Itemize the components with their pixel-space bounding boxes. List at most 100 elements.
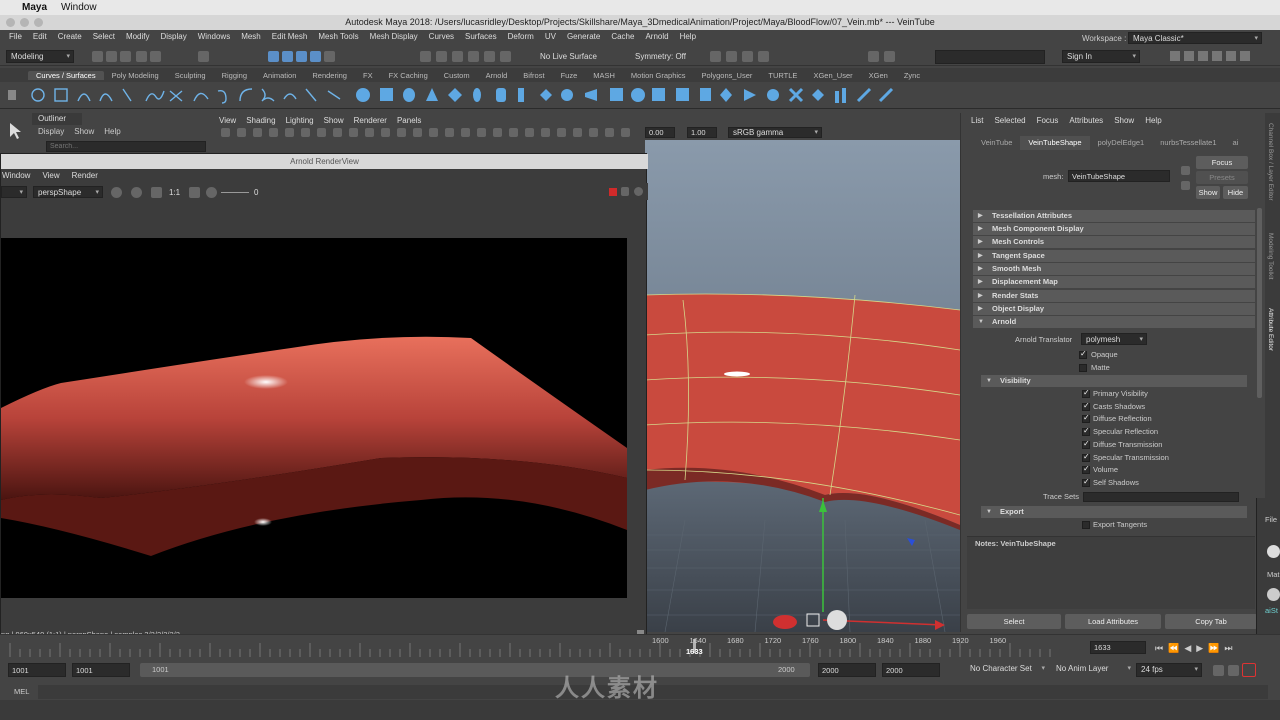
side-tab-channel-box[interactable]: Channel Box / Layer Editor <box>1267 123 1274 201</box>
select-by-component-icon[interactable] <box>268 51 279 62</box>
export-tangents-checkbox[interactable] <box>1082 521 1090 529</box>
shelf-tab-fx[interactable]: FX <box>355 71 381 80</box>
section-mesh-component-display[interactable]: Mesh Component Display <box>973 223 1255 235</box>
viewport-tool-icon[interactable] <box>461 128 470 137</box>
shelf-tab-poly-modeling[interactable]: Poly Modeling <box>104 71 167 80</box>
viewport-tool-icon[interactable] <box>349 128 358 137</box>
matte-checkbox[interactable] <box>1079 364 1087 372</box>
ae-menu-attributes[interactable]: Attributes <box>1069 116 1103 125</box>
visibility-checkbox-self-shadows[interactable] <box>1082 477 1090 487</box>
presets-button[interactable]: Presets <box>1196 171 1248 184</box>
visibility-checkbox-primary-visibility[interactable] <box>1082 388 1090 398</box>
character-set-dropdown[interactable]: No Character Set <box>966 663 1048 677</box>
viewport-tool-icon[interactable] <box>445 128 454 137</box>
shelf-tab-zync[interactable]: Zync <box>896 71 928 80</box>
menu-uv[interactable]: UV <box>540 30 562 43</box>
shelf-tab-custom[interactable]: Custom <box>436 71 478 80</box>
viewport-tool-icon[interactable] <box>237 128 246 137</box>
ae-menu-selected[interactable]: Selected <box>994 116 1025 125</box>
face-mask-icon[interactable] <box>310 51 321 62</box>
ae-scrollbar[interactable] <box>1257 208 1262 398</box>
render-frame-icon[interactable] <box>710 51 721 62</box>
ae-tab-ai[interactable]: ai <box>1225 136 1247 150</box>
viewport-tool-icon[interactable] <box>221 128 230 137</box>
exposure-field[interactable]: 0.00 <box>645 127 675 138</box>
live-surface-label[interactable]: No Live Surface <box>540 52 597 61</box>
ae-menu-show[interactable]: Show <box>1114 116 1134 125</box>
viewport-tool-icon[interactable] <box>333 128 342 137</box>
mel-label[interactable]: MEL <box>14 687 29 697</box>
end-time-field[interactable]: 2000 <box>882 663 940 677</box>
ae-menu-focus[interactable]: Focus <box>1037 116 1059 125</box>
input-line-field[interactable] <box>935 50 1045 64</box>
shelf-tab-xgen-user[interactable]: XGen_User <box>805 71 860 80</box>
viewport-menu-view[interactable]: View <box>219 115 236 127</box>
gear-icon[interactable] <box>634 187 643 196</box>
menu-windows[interactable]: Windows <box>193 30 236 43</box>
step-back-key-icon[interactable]: ⏪ <box>1168 643 1179 654</box>
load-attributes-button[interactable]: Load Attributes <box>1065 614 1161 629</box>
visibility-checkbox-casts-shadows[interactable] <box>1082 401 1090 411</box>
ae-tab-nurbstessellate[interactable]: nurbsTessellate1 <box>1152 136 1224 150</box>
visibility-checkbox-diffuse-reflection[interactable] <box>1082 413 1090 424</box>
vertex-mask-icon[interactable] <box>282 51 293 62</box>
shelf-icons[interactable] <box>0 83 900 109</box>
edge-mask-icon[interactable] <box>296 51 307 62</box>
section-render-stats[interactable]: Render Stats <box>973 290 1255 302</box>
menu-curves[interactable]: Curves <box>424 30 460 43</box>
trace-sets-field[interactable] <box>1083 492 1239 502</box>
arnold-renderview-window[interactable]: Arnold RenderView Window View Render per… <box>0 153 648 643</box>
viewport-tool-icon[interactable] <box>269 128 278 137</box>
gamma-field[interactable]: 1.00 <box>687 127 717 138</box>
section-displacement-map[interactable]: Displacement Map <box>973 276 1255 288</box>
viewport-menu-panels[interactable]: Panels <box>397 115 421 127</box>
renderview-menu-view[interactable]: View <box>42 170 59 182</box>
translator-dropdown[interactable]: polymesh <box>1081 333 1147 345</box>
ipr-render-icon[interactable] <box>726 51 737 62</box>
select-button[interactable]: Select <box>967 614 1061 629</box>
viewport-tool-icon[interactable] <box>301 128 310 137</box>
shelf-tab-arnold[interactable]: Arnold <box>478 71 516 80</box>
play-forward-icon[interactable]: ▶ <box>1196 643 1203 654</box>
shelf-tab-curves-surfaces[interactable]: Curves / Surfaces <box>28 70 104 80</box>
menu-create[interactable]: Create <box>53 30 88 43</box>
symmetry-label[interactable]: Symmetry: Off <box>635 52 686 61</box>
swap-node-icon[interactable] <box>1181 181 1190 190</box>
notes-area[interactable]: Notes: VeinTubeShape <box>967 536 1255 609</box>
viewport-menu-renderer[interactable]: Renderer <box>354 115 387 127</box>
crop-icon[interactable] <box>189 187 200 198</box>
layout-single-icon[interactable] <box>1184 51 1194 61</box>
layout-two-icon[interactable] <box>1212 51 1222 61</box>
viewport-tool-icon[interactable] <box>413 128 422 137</box>
shelf-tab-fuze[interactable]: Fuze <box>553 71 586 80</box>
visibility-checkbox-diffuse-transmission[interactable] <box>1082 439 1090 449</box>
menu-help[interactable]: Help <box>675 30 702 43</box>
menu-mesh-display[interactable]: Mesh Display <box>365 30 424 43</box>
section-object-display[interactable]: Object Display <box>973 303 1255 315</box>
app-menu[interactable]: Maya <box>22 2 47 13</box>
viewport-tool-icon[interactable] <box>557 128 566 137</box>
new-scene-icon[interactable] <box>92 51 103 62</box>
section-tessellation[interactable]: Tessellation Attributes <box>973 210 1255 222</box>
viewport-tool-icon[interactable] <box>285 128 294 137</box>
snap-point-icon[interactable] <box>452 51 463 62</box>
section-arnold[interactable]: Arnold <box>973 316 1255 328</box>
zoom-dot[interactable] <box>34 18 43 27</box>
undo-icon[interactable] <box>136 51 147 62</box>
section-smooth-mesh[interactable]: Smooth Mesh <box>973 263 1255 275</box>
menu-surfaces[interactable]: Surfaces <box>460 30 503 43</box>
shelf-tab-sculpting[interactable]: Sculpting <box>167 71 214 80</box>
viewport-tool-icon[interactable] <box>365 128 374 137</box>
make-live-icon[interactable] <box>500 51 511 62</box>
outliner-menu-help[interactable]: Help <box>104 127 120 136</box>
menu-edit-mesh[interactable]: Edit Mesh <box>267 30 314 43</box>
go-to-end-icon[interactable]: ⏭ <box>1224 643 1232 654</box>
menu-display[interactable]: Display <box>156 30 193 43</box>
shelf-tab-animation[interactable]: Animation <box>255 71 304 80</box>
save-scene-icon[interactable] <box>120 51 131 62</box>
pause-icon[interactable] <box>884 51 895 62</box>
refresh-icon[interactable] <box>151 187 162 198</box>
shelf-tab-bifrost[interactable]: Bifrost <box>515 71 552 80</box>
visibility-checkbox-specular-transmission[interactable] <box>1082 452 1090 462</box>
select-tool-icon[interactable] <box>0 113 30 153</box>
